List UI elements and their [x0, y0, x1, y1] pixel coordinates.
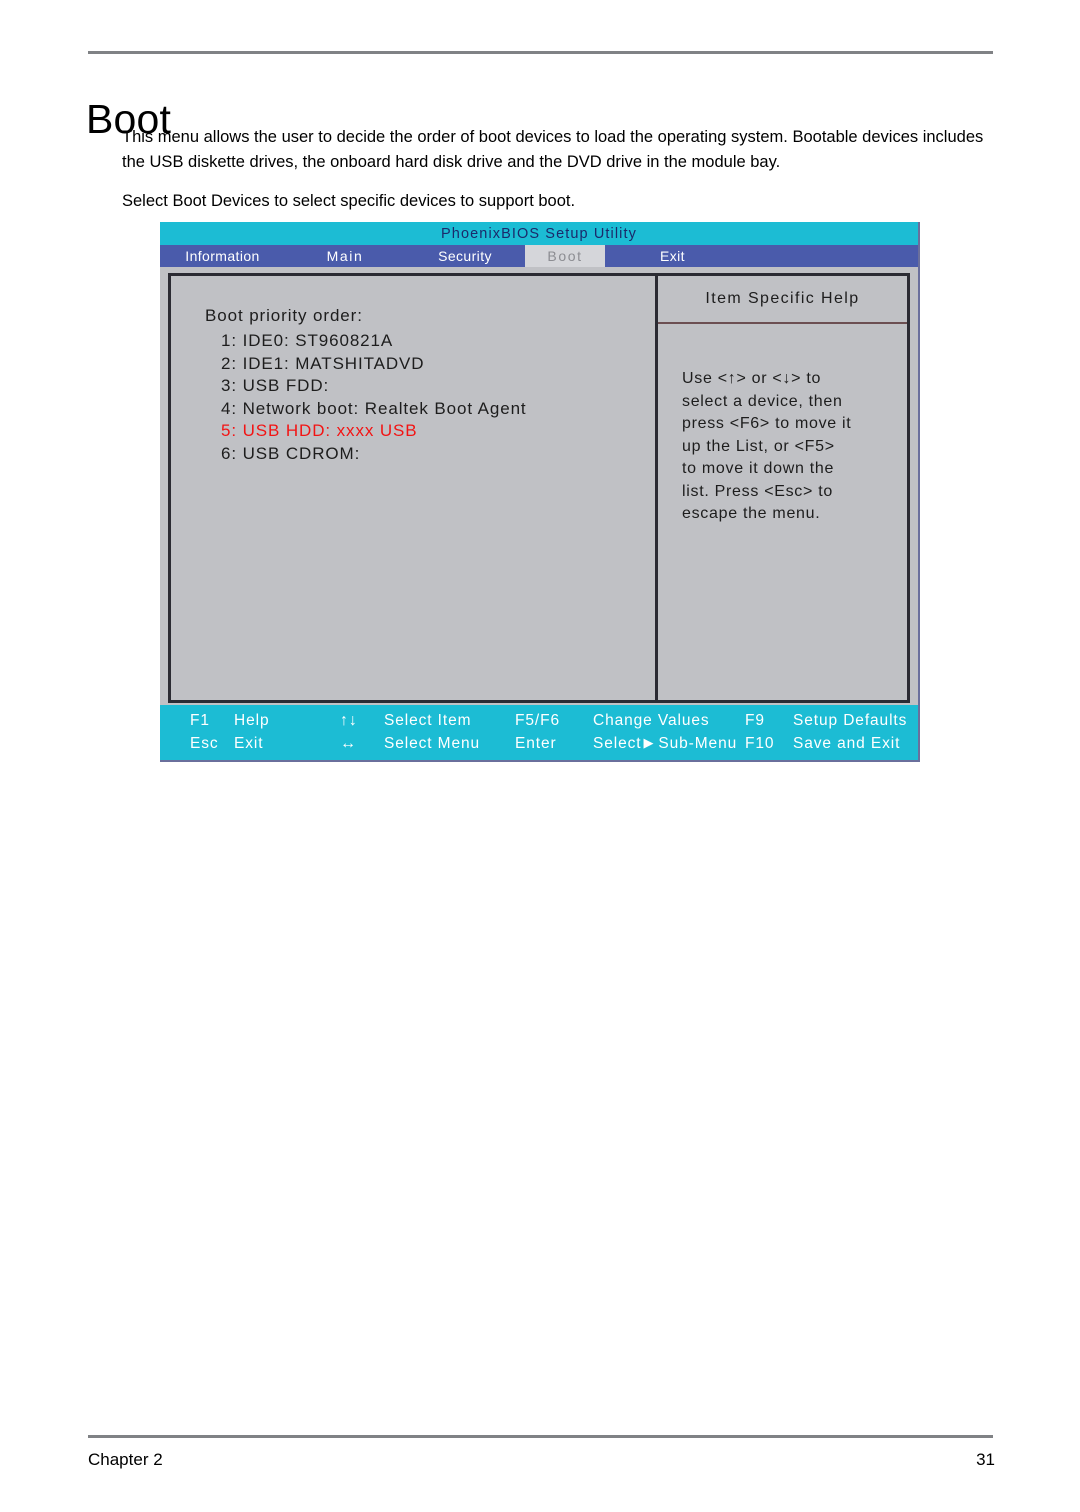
key-action-select-menu: Select Menu — [384, 734, 481, 752]
boot-device-row-selected[interactable]: 5: USB HDD: xxxx USB — [221, 420, 655, 443]
item-specific-help-pane: Item Specific Help Use <↑> or <↓> to sel… — [658, 276, 907, 700]
key-row-2: Esc Exit ↔ Select Menu Enter Select ▶ Su… — [160, 732, 918, 755]
tab-security[interactable]: Security — [405, 245, 525, 267]
key-label-enter: Enter — [515, 734, 557, 752]
key-action-select-item: Select Item — [384, 711, 472, 729]
bios-tab-bar: Information Main Security Boot Exit — [160, 245, 918, 267]
key-hint-f1[interactable]: F1 Help — [190, 712, 340, 730]
bios-content-area: Boot priority order: 1: IDE0: ST960821A … — [160, 267, 918, 705]
help-line: list. Press <Esc> to — [682, 482, 833, 500]
help-line: to move it down the — [682, 460, 835, 477]
up-down-arrow-icon: ↑↓ — [340, 711, 358, 729]
boot-device-row[interactable]: 3: USB FDD: — [221, 375, 655, 398]
help-line: escape the menu. — [682, 505, 821, 522]
key-hint-enter[interactable]: Enter Select ▶ Sub-Menu — [515, 735, 745, 753]
footer-chapter: Chapter 2 — [88, 1450, 163, 1469]
key-hint-updown[interactable]: ↑↓ Select Item — [340, 712, 515, 730]
tab-boot[interactable]: Boot — [525, 245, 605, 267]
help-pane-text: Use <↑> or <↓> to select a device, then … — [658, 324, 907, 526]
bios-function-key-bar: F1 Help ↑↓ Select Item F5/F6 Change Valu… — [160, 705, 918, 760]
key-label-f10: F10 — [745, 734, 775, 752]
bios-title-bar: PhoenixBIOS Setup Utility — [160, 222, 918, 245]
key-hint-leftright[interactable]: ↔ Select Menu — [340, 735, 515, 753]
boot-device-row[interactable]: 1: IDE0: ST960821A — [221, 330, 655, 353]
footer-rule — [88, 1435, 993, 1438]
boot-device-row[interactable]: 2: IDE1: MATSHITADVD — [221, 353, 655, 376]
bios-setup-screen: PhoenixBIOS Setup Utility Information Ma… — [160, 222, 920, 762]
boot-device-row[interactable]: 6: USB CDROM: — [221, 443, 655, 466]
key-action-change-values: Change Values — [593, 711, 710, 729]
help-line: up the List, or <F5> — [682, 437, 835, 455]
key-hint-f5f6[interactable]: F5/F6 Change Values — [515, 712, 745, 730]
help-pane-title: Item Specific Help — [658, 276, 907, 324]
tab-exit[interactable]: Exit — [605, 245, 740, 267]
help-line: Use <↑> or <↓> to — [682, 370, 822, 387]
tab-information-label: Information — [185, 248, 260, 264]
header-rule — [88, 51, 993, 54]
key-action-save-and-exit: Save and Exit — [793, 734, 901, 752]
paragraph-1: This menu allows the user to decide the … — [122, 128, 984, 171]
footer-page-number: 31 — [976, 1450, 995, 1469]
tab-information[interactable]: Information — [160, 245, 285, 267]
key-label-f9: F9 — [745, 711, 765, 729]
tab-boot-label: Boot — [547, 248, 583, 264]
key-hint-esc[interactable]: Esc Exit — [190, 735, 340, 753]
tab-exit-label: Exit — [660, 248, 685, 264]
document-page: Boot This menu allows the user to decide… — [0, 0, 1080, 1512]
submenu-triangle-icon: ▶ — [643, 734, 655, 750]
bios-utility-title: PhoenixBIOS Setup Utility — [441, 225, 637, 242]
intro-text: This menu allows the user to decide the … — [122, 125, 998, 228]
boot-priority-list: 1: IDE0: ST960821A 2: IDE1: MATSHITADVD … — [205, 330, 655, 465]
help-line: press <F6> to move it — [682, 415, 852, 432]
tab-security-label: Security — [438, 248, 492, 264]
tab-main[interactable]: Main — [285, 245, 405, 267]
key-label-f1: F1 — [190, 711, 210, 729]
key-action-setup-defaults: Setup Defaults — [793, 711, 908, 729]
key-label-esc: Esc — [190, 734, 219, 752]
key-label-f5f6: F5/F6 — [515, 711, 560, 729]
key-hint-f10[interactable]: F10 Save and Exit — [745, 735, 918, 753]
help-line: select a device, then — [682, 392, 843, 410]
paragraph-2: Select Boot Devices to select specific d… — [122, 192, 576, 210]
key-row-1: F1 Help ↑↓ Select Item F5/F6 Change Valu… — [160, 709, 918, 732]
boot-device-row[interactable]: 4: Network boot: Realtek Boot Agent — [221, 398, 655, 421]
bios-panes: Boot priority order: 1: IDE0: ST960821A … — [168, 273, 910, 703]
boot-priority-pane: Boot priority order: 1: IDE0: ST960821A … — [171, 276, 658, 700]
key-action-help: Help — [234, 711, 270, 729]
key-action-exit: Exit — [234, 734, 264, 752]
boot-priority-heading: Boot priority order: — [205, 306, 363, 325]
tab-main-label: Main — [326, 248, 364, 264]
left-right-arrow-icon: ↔ — [340, 734, 357, 752]
key-hint-f9[interactable]: F9 Setup Defaults — [745, 712, 918, 730]
key-action-submenu: Sub-Menu — [658, 734, 738, 752]
key-action-select: Select — [593, 734, 642, 752]
